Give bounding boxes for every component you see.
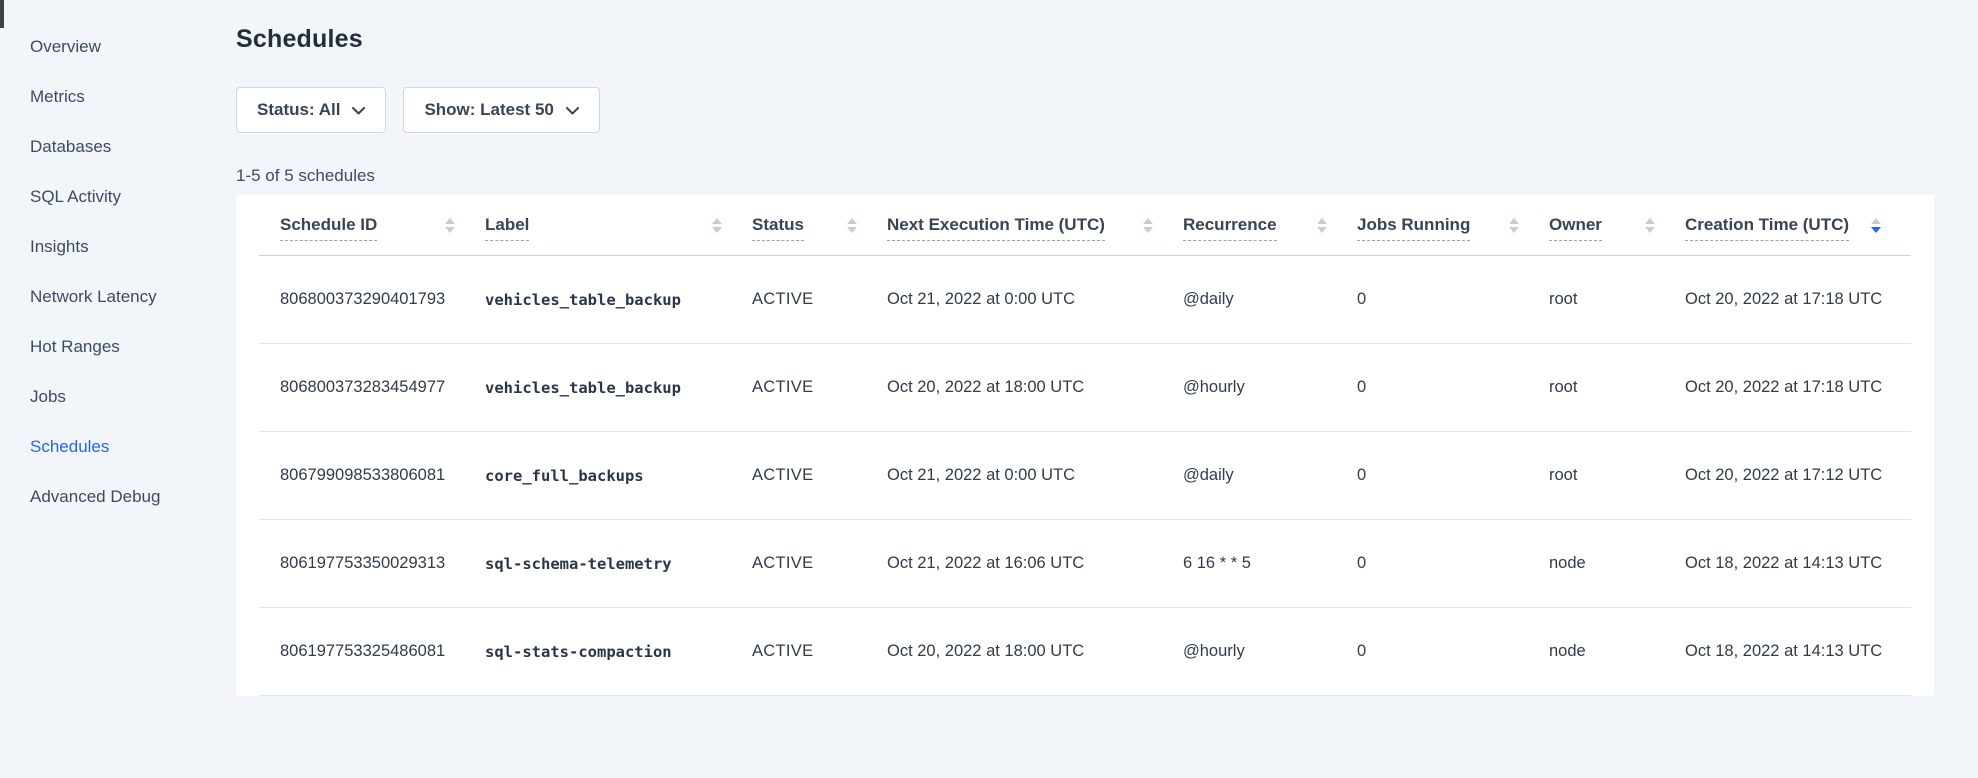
cell-next_execution: Oct 20, 2022 at 18:00 UTC bbox=[887, 642, 1183, 661]
show-filter-dropdown[interactable]: Show: Latest 50 bbox=[403, 87, 599, 133]
cell-recurrence: @hourly bbox=[1183, 642, 1357, 661]
main-content: Schedules Status: All Show: Latest 50 1-… bbox=[186, 0, 1978, 778]
sidebar-item-jobs[interactable]: Jobs bbox=[0, 372, 186, 422]
sidebar-item-hot-ranges[interactable]: Hot Ranges bbox=[0, 322, 186, 372]
cell-status: ACTIVE bbox=[752, 554, 887, 573]
sidebar-item-databases[interactable]: Databases bbox=[0, 122, 186, 172]
cell-creation_time: Oct 18, 2022 at 14:13 UTC bbox=[1685, 642, 1911, 661]
cell-id: 806197753325486081 bbox=[280, 642, 485, 661]
cell-creation_time: Oct 20, 2022 at 17:18 UTC bbox=[1685, 378, 1911, 397]
chevron-down-icon bbox=[566, 107, 579, 115]
sort-icon bbox=[445, 218, 455, 233]
table-row[interactable]: 806197753350029313sql-schema-telemetryAC… bbox=[259, 520, 1911, 608]
cell-jobs_running: 0 bbox=[1357, 642, 1549, 661]
sort-icon bbox=[1509, 218, 1519, 233]
column-header-label: Jobs Running bbox=[1357, 215, 1470, 241]
cell-jobs_running: 0 bbox=[1357, 378, 1549, 397]
cell-id: 806799098533806081 bbox=[280, 466, 485, 485]
table-row[interactable]: 806800373290401793vehicles_table_backupA… bbox=[259, 256, 1911, 344]
column-header-next_execution[interactable]: Next Execution Time (UTC) bbox=[887, 195, 1183, 255]
cell-next_execution: Oct 21, 2022 at 0:00 UTC bbox=[887, 290, 1183, 309]
cell-label: vehicles_table_backup bbox=[485, 379, 752, 397]
column-header-label: Label bbox=[485, 215, 529, 241]
cell-jobs_running: 0 bbox=[1357, 554, 1549, 573]
table-body: 806800373290401793vehicles_table_backupA… bbox=[259, 256, 1911, 696]
cell-creation_time: Oct 20, 2022 at 17:12 UTC bbox=[1685, 466, 1911, 485]
table-row[interactable]: 806197753325486081sql-stats-compactionAC… bbox=[259, 608, 1911, 696]
column-header-label: Recurrence bbox=[1183, 215, 1277, 241]
column-header-recurrence[interactable]: Recurrence bbox=[1183, 195, 1357, 255]
cell-recurrence: @daily bbox=[1183, 290, 1357, 309]
cell-jobs_running: 0 bbox=[1357, 290, 1549, 309]
cell-label: sql-schema-telemetry bbox=[485, 555, 752, 573]
results-summary: 1-5 of 5 schedules bbox=[236, 166, 1934, 186]
cell-label: core_full_backups bbox=[485, 467, 752, 485]
schedules-table-card: Schedule ID Label Status Next Execution Tim… bbox=[236, 195, 1934, 696]
cell-creation_time: Oct 20, 2022 at 17:18 UTC bbox=[1685, 290, 1911, 309]
chevron-down-icon bbox=[352, 107, 365, 115]
sidebar-item-insights[interactable]: Insights bbox=[0, 222, 186, 272]
column-header-creation_time[interactable]: Creation Time (UTC) bbox=[1685, 195, 1911, 255]
column-header-owner[interactable]: Owner bbox=[1549, 195, 1685, 255]
filter-bar: Status: All Show: Latest 50 bbox=[236, 87, 1934, 133]
cell-owner: root bbox=[1549, 290, 1685, 309]
column-header-label[interactable]: Label bbox=[485, 195, 752, 255]
column-header-label: Schedule ID bbox=[280, 215, 377, 241]
sidebar-item-metrics[interactable]: Metrics bbox=[0, 72, 186, 122]
column-header-label: Owner bbox=[1549, 215, 1602, 241]
sort-icon bbox=[712, 218, 722, 233]
cell-owner: root bbox=[1549, 466, 1685, 485]
cell-label: sql-stats-compaction bbox=[485, 643, 752, 661]
column-header-label: Next Execution Time (UTC) bbox=[887, 215, 1105, 241]
sort-icon bbox=[1317, 218, 1327, 233]
sidebar-item-schedules[interactable]: Schedules bbox=[0, 422, 186, 472]
cell-status: ACTIVE bbox=[752, 466, 887, 485]
cell-owner: node bbox=[1549, 554, 1685, 573]
page-title: Schedules bbox=[236, 25, 1934, 54]
table-header-row: Schedule ID Label Status Next Execution Tim… bbox=[259, 195, 1911, 256]
sidebar-item-advanced-debug[interactable]: Advanced Debug bbox=[0, 472, 186, 522]
sort-icon bbox=[1871, 218, 1881, 233]
schedules-table: Schedule ID Label Status Next Execution Tim… bbox=[259, 195, 1911, 696]
cell-owner: node bbox=[1549, 642, 1685, 661]
sidebar-item-sql-activity[interactable]: SQL Activity bbox=[0, 172, 186, 222]
cell-label: vehicles_table_backup bbox=[485, 291, 752, 309]
sort-icon bbox=[1143, 218, 1153, 233]
status-filter-label: Status: All bbox=[257, 100, 340, 120]
sort-icon bbox=[1645, 218, 1655, 233]
sidebar-item-network-latency[interactable]: Network Latency bbox=[0, 272, 186, 322]
column-header-label: Status bbox=[752, 215, 804, 241]
cell-id: 806197753350029313 bbox=[280, 554, 485, 573]
show-filter-label: Show: Latest 50 bbox=[424, 100, 553, 120]
cell-jobs_running: 0 bbox=[1357, 466, 1549, 485]
cell-recurrence: @hourly bbox=[1183, 378, 1357, 397]
sidebar: OverviewMetricsDatabasesSQL ActivityInsi… bbox=[0, 0, 186, 778]
status-filter-dropdown[interactable]: Status: All bbox=[236, 87, 386, 133]
table-row[interactable]: 806800373283454977vehicles_table_backupA… bbox=[259, 344, 1911, 432]
cell-status: ACTIVE bbox=[752, 642, 887, 661]
cell-recurrence: 6 16 * * 5 bbox=[1183, 554, 1357, 573]
cell-next_execution: Oct 20, 2022 at 18:00 UTC bbox=[887, 378, 1183, 397]
cell-recurrence: @daily bbox=[1183, 466, 1357, 485]
cell-status: ACTIVE bbox=[752, 290, 887, 309]
column-header-id[interactable]: Schedule ID bbox=[280, 195, 485, 255]
cell-status: ACTIVE bbox=[752, 378, 887, 397]
sidebar-nav: OverviewMetricsDatabasesSQL ActivityInsi… bbox=[0, 22, 186, 522]
screen-edge-artifact bbox=[0, 0, 4, 28]
column-header-label: Creation Time (UTC) bbox=[1685, 215, 1849, 241]
cell-id: 806800373283454977 bbox=[280, 378, 485, 397]
table-row[interactable]: 806799098533806081core_full_backupsACTIV… bbox=[259, 432, 1911, 520]
cell-next_execution: Oct 21, 2022 at 0:00 UTC bbox=[887, 466, 1183, 485]
sidebar-item-overview[interactable]: Overview bbox=[0, 22, 186, 72]
app-layout: OverviewMetricsDatabasesSQL ActivityInsi… bbox=[0, 0, 1978, 778]
cell-next_execution: Oct 21, 2022 at 16:06 UTC bbox=[887, 554, 1183, 573]
cell-id: 806800373290401793 bbox=[280, 290, 485, 309]
column-header-status[interactable]: Status bbox=[752, 195, 887, 255]
cell-creation_time: Oct 18, 2022 at 14:13 UTC bbox=[1685, 554, 1911, 573]
sort-icon bbox=[847, 218, 857, 233]
column-header-jobs_running[interactable]: Jobs Running bbox=[1357, 195, 1549, 255]
cell-owner: root bbox=[1549, 378, 1685, 397]
